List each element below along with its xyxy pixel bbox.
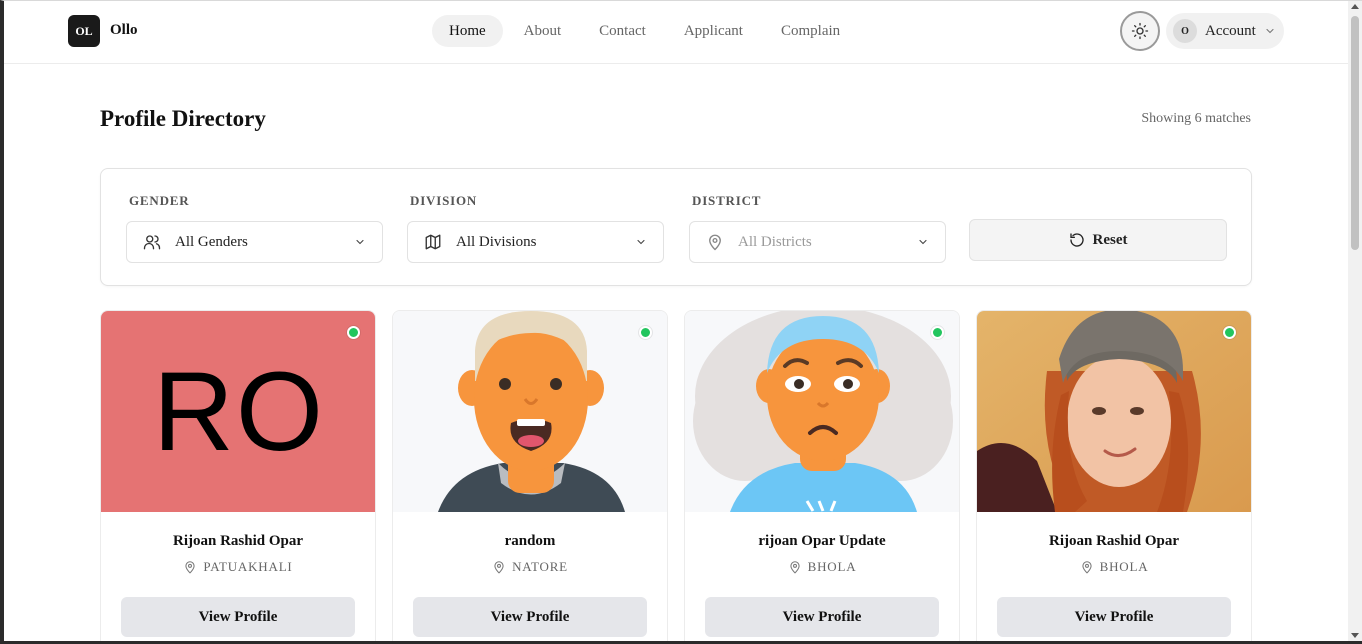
gender-filter-label: GENDER: [129, 193, 190, 208]
district-select[interactable]: All Districts: [689, 221, 946, 263]
scroll-up-arrow-icon[interactable]: [1351, 4, 1359, 9]
main-nav: Home About Contact Applicant Complain: [432, 15, 857, 47]
view-profile-button[interactable]: View Profile: [121, 597, 355, 637]
profile-location: BHOLA: [977, 559, 1251, 575]
profile-card: random NATORE View Profile: [392, 310, 668, 644]
account-menu-button[interactable]: O Account: [1166, 13, 1284, 49]
users-icon: [143, 233, 161, 251]
district-filter: DISTRICT All Districts: [689, 193, 946, 263]
gender-filter: GENDER All Genders: [126, 193, 383, 263]
chevron-down-icon: [356, 239, 364, 245]
profile-name: rijoan Opar Update: [758, 533, 886, 549]
page-scrollbar[interactable]: [1348, 0, 1362, 644]
profile-location: NATORE: [393, 559, 667, 575]
account-label: Account: [1205, 22, 1256, 39]
gender-select[interactable]: All Genders: [126, 221, 383, 263]
profile-name: Rijoan Rashid Opar: [1048, 533, 1180, 549]
page-title: Profile Directory: [100, 106, 266, 131]
online-status-dot: [931, 326, 944, 339]
chevron-down-icon: [919, 239, 927, 245]
map-pin-icon: [185, 561, 196, 574]
gender-select-value: All Genders: [175, 233, 248, 250]
avatar-illustration-man: [393, 311, 667, 512]
online-status-dot: [639, 326, 652, 339]
theme-toggle-button[interactable]: [1120, 11, 1160, 51]
logo-badge[interactable]: OL: [68, 15, 100, 47]
avatar-initials: RO: [101, 311, 375, 512]
profile-location: BHOLA: [685, 559, 959, 575]
nav-contact[interactable]: Contact: [582, 15, 663, 47]
map-pin-icon: [706, 233, 724, 251]
nav-home[interactable]: Home: [432, 15, 503, 47]
scroll-down-arrow-icon[interactable]: [1351, 633, 1359, 638]
brand-name[interactable]: Ollo: [110, 22, 138, 39]
scrollbar-thumb[interactable]: [1351, 16, 1359, 250]
online-status-dot: [347, 326, 360, 339]
profile-avatar[interactable]: [685, 311, 959, 512]
map-pin-icon: [494, 561, 504, 574]
avatar-photo: [977, 311, 1251, 512]
division-select[interactable]: All Divisions: [407, 221, 664, 263]
nav-about[interactable]: About: [507, 15, 579, 47]
chevron-down-icon: [1266, 28, 1274, 34]
district-select-value: All Districts: [738, 233, 812, 250]
profile-avatar[interactable]: [393, 311, 667, 512]
profile-name: random: [504, 533, 556, 549]
location-text: NATORE: [512, 559, 568, 574]
view-profile-button[interactable]: View Profile: [413, 597, 647, 637]
location-text: PATUAKHALI: [203, 559, 293, 574]
match-count: Showing 6 matches: [1141, 111, 1251, 126]
reset-icon: [1069, 233, 1084, 247]
view-profile-button[interactable]: View Profile: [705, 597, 939, 637]
division-filter: DIVISION All Divisions: [407, 193, 664, 263]
profile-card: RO Rijoan Rashid Opar PATUAKHALI View Pr…: [100, 310, 376, 644]
profile-location: PATUAKHALI: [101, 559, 375, 575]
avatar-illustration-woman: [685, 311, 959, 512]
avatar: O: [1173, 19, 1197, 43]
profile-name: Rijoan Rashid Opar: [172, 533, 304, 549]
nav-complain[interactable]: Complain: [764, 15, 857, 47]
top-navbar: OL Ollo Home About Contact Applicant Com…: [4, 1, 1348, 64]
sun-icon: [1131, 22, 1149, 40]
profile-card: Rijoan Rashid Opar BHOLA View Profile: [976, 310, 1252, 644]
map-icon: [424, 233, 442, 251]
view-profile-button[interactable]: View Profile: [997, 597, 1231, 637]
nav-applicant[interactable]: Applicant: [667, 15, 760, 47]
division-filter-label: DIVISION: [410, 193, 478, 208]
profile-avatar[interactable]: [977, 311, 1251, 512]
online-status-dot: [1223, 326, 1236, 339]
map-pin-icon: [1082, 561, 1092, 574]
division-select-value: All Divisions: [456, 233, 537, 250]
profile-card: rijoan Opar Update BHOLA View Profile: [684, 310, 960, 644]
reset-button[interactable]: Reset: [969, 219, 1227, 261]
profile-avatar[interactable]: RO: [101, 311, 375, 512]
filter-panel: GENDER All Genders DIVISION All Division…: [100, 168, 1252, 286]
location-text: BHOLA: [1099, 559, 1149, 574]
reset-button-label: Reset: [1092, 231, 1128, 248]
district-filter-label: DISTRICT: [692, 193, 762, 208]
location-text: BHOLA: [807, 559, 857, 574]
map-pin-icon: [790, 561, 800, 574]
chevron-down-icon: [637, 239, 645, 245]
